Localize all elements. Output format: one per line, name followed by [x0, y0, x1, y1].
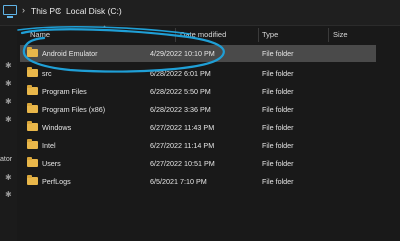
file-name: Windows	[42, 123, 72, 132]
column-divider[interactable]	[328, 28, 329, 42]
table-row[interactable]: Windows 6/27/2022 11:43 PM File folder	[20, 119, 376, 136]
navigation-pane[interactable]: ✱ ✱ ✱ ✱ ator ✱ ✱	[0, 26, 17, 241]
file-date: 4/29/2022 10:10 PM	[150, 49, 215, 58]
file-name: Users	[42, 159, 61, 168]
file-date: 6/27/2022 10:51 PM	[150, 159, 215, 168]
column-header-date-modified[interactable]: Date modified	[180, 30, 226, 39]
pin-icon[interactable]: ✱	[5, 191, 13, 199]
address-bar[interactable]: › This PC › Local Disk (C:)	[0, 0, 400, 26]
table-row[interactable]: Intel 6/27/2022 11:14 PM File folder	[20, 137, 376, 154]
file-name: Program Files (x86)	[42, 105, 106, 114]
column-header-type[interactable]: Type	[262, 30, 278, 39]
pc-icon	[3, 5, 17, 18]
folder-icon	[27, 121, 38, 131]
pin-icon[interactable]: ✱	[5, 80, 13, 88]
pin-icon[interactable]: ✱	[5, 62, 13, 70]
file-name: Intel	[42, 141, 56, 150]
file-date: 6/27/2022 11:43 PM	[150, 123, 215, 132]
folder-icon	[27, 103, 38, 113]
file-type: File folder	[262, 159, 294, 168]
folder-icon	[27, 47, 38, 57]
file-name: PerfLogs	[42, 177, 71, 186]
folder-icon	[27, 139, 38, 149]
file-name: Android Emulator	[42, 49, 98, 58]
column-header-size[interactable]: Size	[333, 30, 348, 39]
file-date: 6/27/2022 11:14 PM	[150, 141, 215, 150]
sort-caret-icon: ⌃	[102, 26, 108, 32]
file-type: File folder	[262, 177, 294, 186]
file-date: 6/28/2022 6:01 PM	[150, 69, 211, 78]
breadcrumb-local-disk[interactable]: Local Disk (C:)	[66, 6, 122, 16]
column-divider[interactable]	[175, 28, 176, 42]
file-type: File folder	[262, 141, 294, 150]
file-type: File folder	[262, 49, 294, 58]
table-row[interactable]: Android Emulator 4/29/2022 10:10 PM File…	[20, 45, 376, 62]
table-row[interactable]: PerfLogs 6/5/2021 7:10 PM File folder	[20, 173, 376, 190]
pin-icon[interactable]: ✱	[5, 98, 13, 106]
table-row[interactable]: src 6/28/2022 6:01 PM File folder	[20, 65, 376, 82]
file-date: 6/28/2022 3:36 PM	[150, 105, 211, 114]
chevron-right-icon[interactable]: ›	[22, 5, 25, 15]
file-type: File folder	[262, 105, 294, 114]
table-row[interactable]: Program Files (x86) 6/28/2022 3:36 PM Fi…	[20, 101, 376, 118]
folder-icon	[27, 67, 38, 77]
folder-icon	[27, 157, 38, 167]
file-type: File folder	[262, 123, 294, 132]
file-name: Program Files	[42, 87, 87, 96]
chevron-right-icon[interactable]: ›	[57, 5, 60, 15]
file-date: 6/28/2022 5:50 PM	[150, 87, 211, 96]
column-divider[interactable]	[258, 28, 259, 42]
pin-icon[interactable]: ✱	[5, 174, 13, 182]
column-header-name[interactable]: Name	[30, 30, 50, 39]
file-date: 6/5/2021 7:10 PM	[150, 177, 207, 186]
file-type: File folder	[262, 87, 294, 96]
pin-icon[interactable]: ✱	[5, 116, 13, 124]
folder-icon	[27, 85, 38, 95]
file-name: src	[42, 69, 52, 78]
table-row[interactable]: Users 6/27/2022 10:51 PM File folder	[20, 155, 376, 172]
folder-icon	[27, 175, 38, 185]
table-row[interactable]: Program Files 6/28/2022 5:50 PM File fol…	[20, 83, 376, 100]
nav-item-label[interactable]: ator	[0, 156, 12, 163]
file-type: File folder	[262, 69, 294, 78]
